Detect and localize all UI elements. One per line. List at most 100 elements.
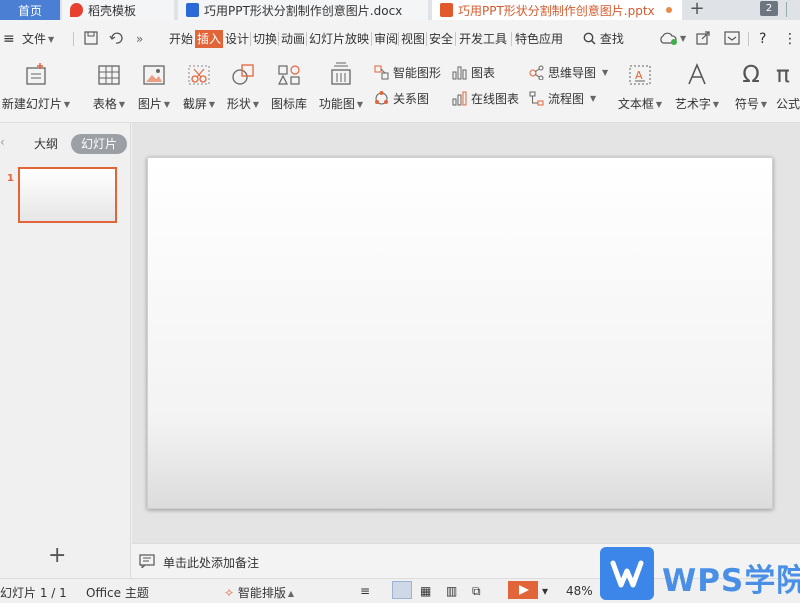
presentation-doc-icon <box>440 3 453 17</box>
menu-special-apps[interactable]: 特色应用 <box>515 30 563 48</box>
flowchart-icon <box>529 91 544 105</box>
menu-transitions[interactable]: 切换 <box>253 30 277 48</box>
add-slide-button[interactable]: + <box>48 545 66 567</box>
menu-slideshow[interactable]: 幻灯片放映 <box>309 30 369 48</box>
chevron-down-icon: ▼ <box>63 100 71 109</box>
wps-academy-watermark: WPS学院 <box>600 547 800 600</box>
slide-thumbnail[interactable] <box>18 167 117 223</box>
chevron-down-icon: ▼ <box>602 67 609 77</box>
reading-view-icon[interactable]: ▥ <box>446 584 457 598</box>
screenshot-button[interactable]: 截屏 ▼ <box>178 62 220 117</box>
unsaved-dot-icon <box>665 7 672 13</box>
menu-review[interactable]: 审阅 <box>374 30 398 48</box>
smart-layout-label: 智能排版 <box>237 586 286 600</box>
textbox-icon: A <box>629 65 651 85</box>
hamburger-menu-icon[interactable]: ≡ <box>3 30 15 48</box>
shape-button[interactable]: 形状 ▼ <box>222 62 264 117</box>
search-icon <box>583 32 596 45</box>
smart-shape-label: 智能图形 <box>393 65 442 80</box>
smart-shape-button[interactable]: 智能图形 <box>374 63 441 81</box>
tab-pptx-file[interactable]: 巧用PPT形状分割制作创意图片.pptx <box>432 0 682 20</box>
undo-icon[interactable] <box>109 31 123 49</box>
current-slide[interactable] <box>147 157 773 509</box>
chart-button[interactable]: 图表 <box>452 63 495 81</box>
menu-view[interactable]: 视图 <box>401 30 425 48</box>
menu-security[interactable]: 安全 <box>429 30 453 48</box>
relation-chart-label: 关系图 <box>393 91 430 106</box>
chevron-down-icon: ▼ <box>48 34 55 44</box>
menu-insert[interactable]: 插入 <box>195 30 224 48</box>
presenter-view-icon[interactable]: ⧉ <box>472 584 481 599</box>
tab-home[interactable]: 首页 <box>0 0 60 20</box>
cloud-sync-icon[interactable] <box>658 32 678 50</box>
online-chart-label: 在线图表 <box>471 91 520 106</box>
relation-chart-button[interactable]: 关系图 <box>374 89 429 107</box>
menu-developer-tools[interactable]: 开发工具 <box>459 30 507 48</box>
document-tab-bar: 首页 稻壳模板 巧用PPT形状分割制作创意图片.docx 巧用PPT形状分割制作… <box>0 0 800 20</box>
wordart-button[interactable]: 艺术字 ▼ <box>671 62 723 117</box>
formula-button[interactable]: π 公式 <box>776 62 800 117</box>
normal-view-icon[interactable] <box>392 581 412 599</box>
textbox-button[interactable]: A 文本框 ▼ <box>614 62 666 117</box>
help-icon[interactable]: ? <box>759 30 766 48</box>
mind-map-label: 思维导图 <box>548 65 597 80</box>
picture-button[interactable]: 图片 ▼ <box>133 62 175 117</box>
tab-docer-templates[interactable]: 稻壳模板 <box>62 0 174 20</box>
chevron-down-icon: ▼ <box>712 100 720 109</box>
play-slideshow-button[interactable] <box>508 581 538 599</box>
share-icon[interactable] <box>696 31 710 49</box>
watermark-text: WPS学院 <box>662 563 800 599</box>
new-slide-button[interactable]: 新建幻灯片 ▼ <box>0 62 72 117</box>
docer-flame-icon <box>70 3 83 17</box>
menu-divider <box>73 32 74 46</box>
shape-label: 形状 <box>226 97 251 111</box>
menu-divider <box>371 32 372 46</box>
more-quick-access-icon[interactable]: » <box>136 30 143 48</box>
symbol-button[interactable]: Ω 符号 ▼ <box>730 62 772 117</box>
menu-home[interactable]: 开始 <box>169 30 193 48</box>
picture-icon <box>143 65 165 85</box>
notes-toggle-icon[interactable]: ≡ <box>360 584 370 598</box>
formula-label: 公式 <box>776 97 800 111</box>
mind-map-button[interactable]: 思维导图 ▼ <box>529 63 608 81</box>
slide-editing-area <box>132 123 800 543</box>
slide-thumbnail-number: 1 <box>7 173 14 184</box>
flowchart-button[interactable]: 流程图 ▼ <box>529 89 596 107</box>
icon-library-button[interactable]: 图标库 <box>267 62 311 117</box>
tab-slides[interactable]: 幻灯片 <box>71 134 128 154</box>
online-chart-button[interactable]: 在线图表 <box>452 89 519 107</box>
screenshot-scissors-icon <box>188 65 210 85</box>
tab-outline[interactable]: 大纲 <box>34 134 58 154</box>
symbol-label: 符号 <box>734 97 759 111</box>
menu-divider <box>748 32 749 46</box>
tabbar-divider <box>786 2 787 17</box>
function-chart-button[interactable]: 功能图 ▼ <box>315 62 367 117</box>
slide-sorter-icon[interactable]: ▦ <box>420 584 431 598</box>
menu-design[interactable]: 设计 <box>225 30 249 48</box>
theme-name[interactable]: Office 主题 <box>86 584 149 601</box>
mind-map-icon <box>529 65 544 80</box>
wps-w-icon <box>610 560 644 588</box>
file-menu[interactable]: 文件 ▼ <box>22 30 54 48</box>
menu-divider <box>511 32 512 46</box>
chevron-down-icon[interactable]: ▾ <box>542 584 548 598</box>
search-button[interactable]: 查找 <box>583 30 624 48</box>
window-count-badge[interactable]: 2 <box>760 1 778 16</box>
chevron-down-icon: ▼ <box>356 100 364 109</box>
collapse-panel-icon[interactable]: ‹ <box>0 135 5 149</box>
wps-logo-icon <box>600 547 654 600</box>
menu-divider <box>306 32 307 46</box>
more-options-icon[interactable]: ⋮ <box>783 30 797 48</box>
new-tab-button[interactable]: + <box>688 0 706 20</box>
tab-docx-file[interactable]: 巧用PPT形状分割制作创意图片.docx <box>178 0 428 20</box>
menu-animations[interactable]: 动画 <box>281 30 305 48</box>
table-button[interactable]: 表格 ▼ <box>88 62 130 117</box>
icon-library-label: 图标库 <box>270 97 307 111</box>
zoom-level[interactable]: 48% <box>566 584 593 598</box>
save-icon[interactable] <box>84 31 98 49</box>
chevron-down-icon[interactable]: ▼ <box>680 30 686 48</box>
chevron-down-icon: ▼ <box>118 100 126 109</box>
smart-layout-button[interactable]: ✧ 智能排版 ▲ <box>224 584 294 601</box>
collapse-ribbon-icon[interactable] <box>724 31 740 49</box>
notes-placeholder: 单击此处添加备注 <box>163 556 260 570</box>
